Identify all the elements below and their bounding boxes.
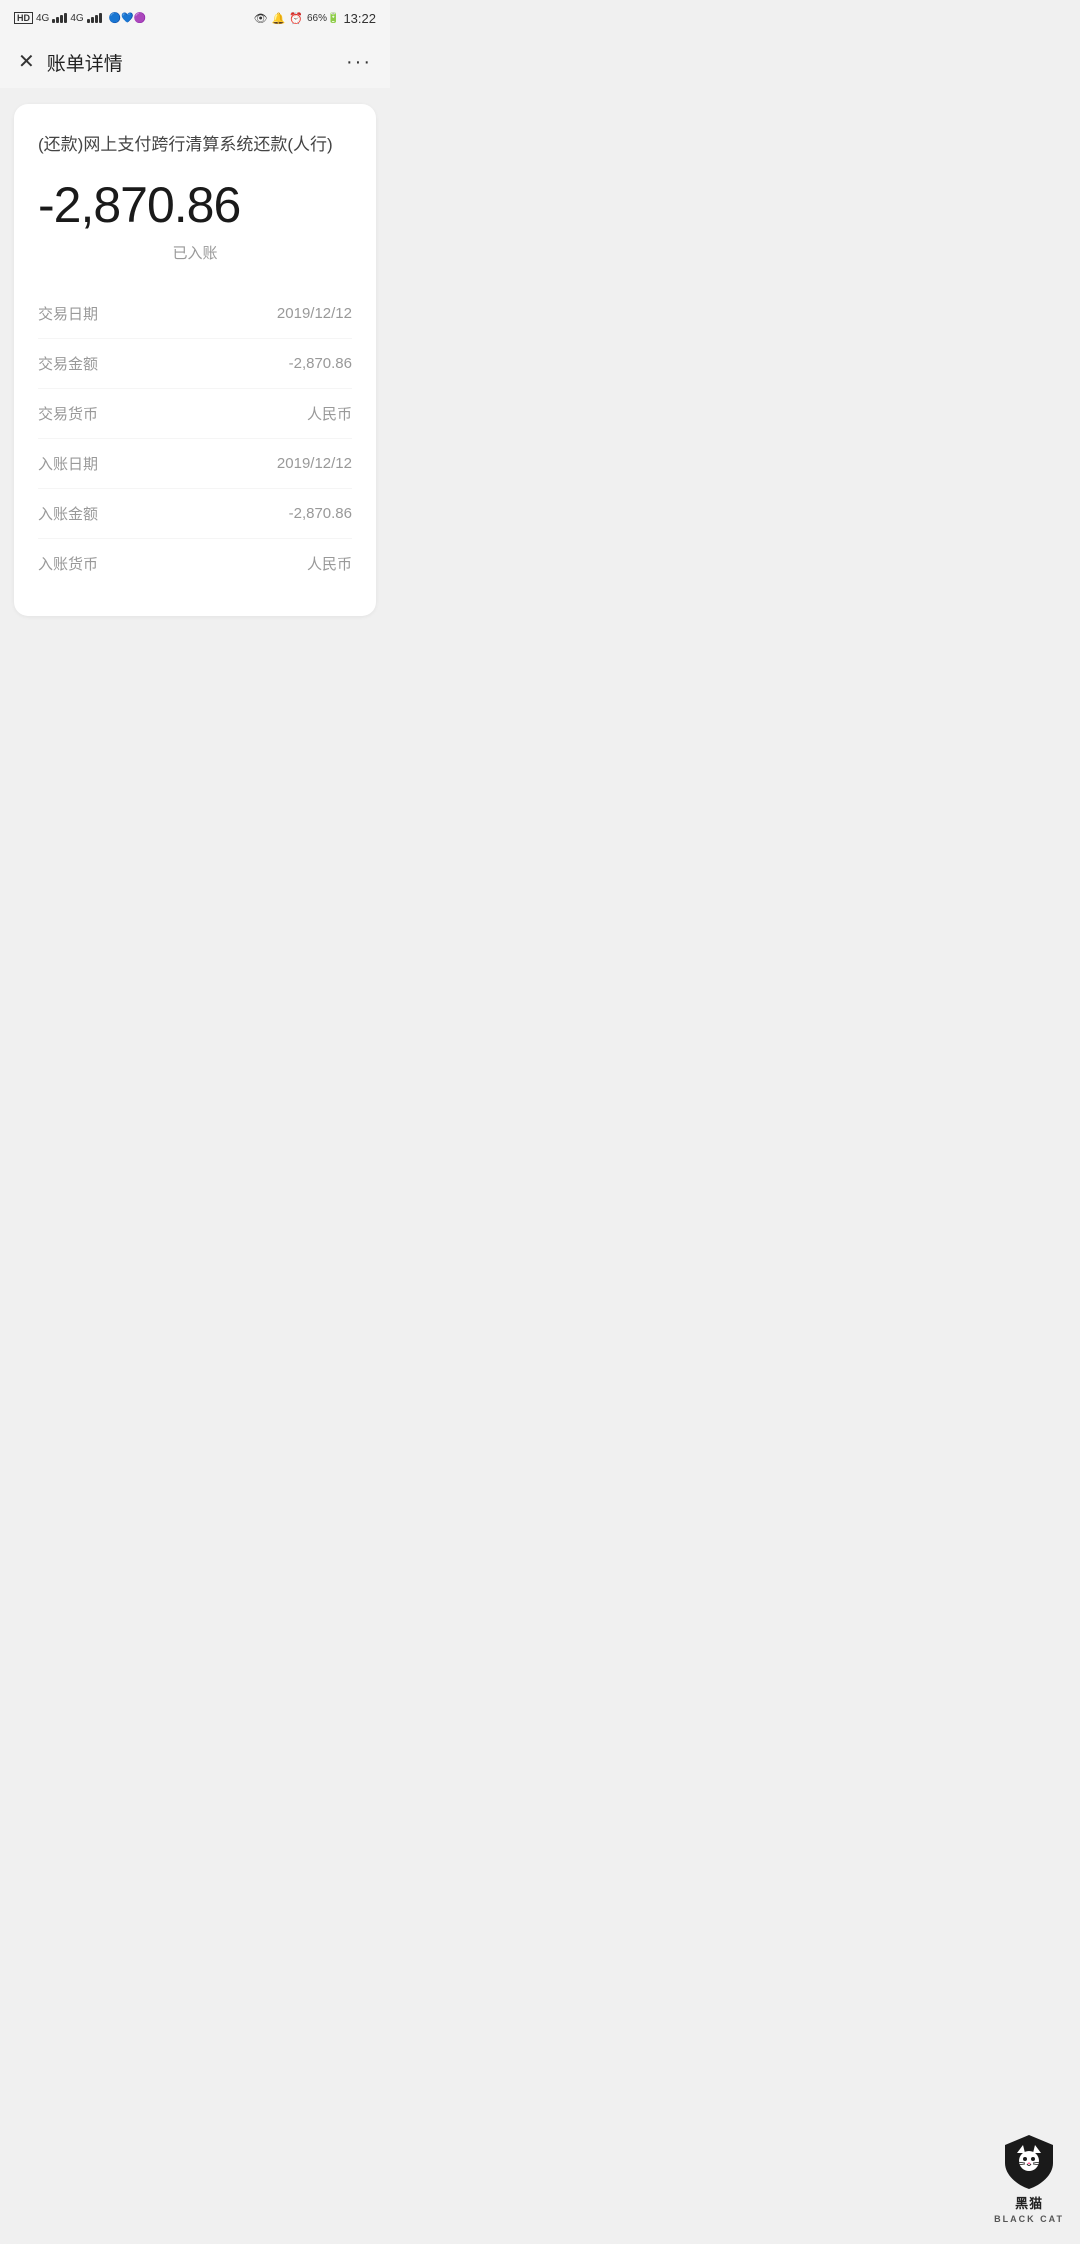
detail-label: 交易货币 — [38, 403, 98, 424]
status-bar: HD 4G 4G 🔵💙🟣 👁 🔔 ⏰ 66%🔋 13:22 — [0, 0, 390, 36]
eye-icon: 👁 — [254, 12, 268, 25]
detail-label: 入账金额 — [38, 503, 98, 524]
detail-rows: 交易日期2019/12/12交易金额-2,870.86交易货币人民币入账日期20… — [38, 289, 352, 588]
detail-label: 入账货币 — [38, 553, 98, 574]
blackcat-brand-en: BLACK CAT — [994, 2214, 1064, 2224]
transaction-amount: -2,870.86 — [38, 176, 352, 234]
more-button[interactable]: ··· — [346, 51, 372, 74]
detail-row: 交易金额 -2,870.86 — [38, 339, 352, 389]
notification-icon: 🔔 — [272, 12, 286, 25]
network-4g-2: 4G — [70, 13, 83, 24]
hd1-label: HD — [14, 12, 33, 24]
transaction-status: 已入账 — [38, 242, 352, 263]
detail-row: 交易货币 人民币 — [38, 389, 352, 439]
network-4g: 4G — [36, 13, 49, 24]
blackcat-brand-cn: 黑猫 — [1015, 2193, 1043, 2212]
detail-label: 交易日期 — [38, 303, 98, 324]
blackcat-shield-icon — [999, 2131, 1059, 2191]
close-icon[interactable]: ✕ — [18, 52, 35, 72]
detail-value: 人民币 — [307, 553, 352, 574]
detail-row: 入账货币 人民币 — [38, 539, 352, 588]
signal-bars-1 — [52, 13, 67, 23]
detail-row: 入账日期 2019/12/12 — [38, 439, 352, 489]
detail-label: 入账日期 — [38, 453, 98, 474]
status-left: HD 4G 4G 🔵💙🟣 — [14, 12, 146, 24]
detail-value: 2019/12/12 — [277, 305, 352, 322]
status-right: 👁 🔔 ⏰ 66%🔋 13:22 — [254, 11, 376, 26]
detail-row: 交易日期 2019/12/12 — [38, 289, 352, 339]
battery-indicator: 66%🔋 — [307, 13, 339, 24]
detail-value: -2,870.86 — [289, 505, 352, 522]
alarm-icon: ⏰ — [289, 12, 303, 25]
transaction-card: (还款)网上支付跨行清算系统还款(人行) -2,870.86 已入账 交易日期 2… — [14, 104, 376, 616]
nav-bar: ✕ 账单详情 ··· — [0, 36, 390, 88]
detail-value: -2,870.86 — [289, 355, 352, 372]
close-button[interactable]: ✕ 账单详情 — [18, 49, 123, 76]
detail-label: 交易金额 — [38, 353, 98, 374]
app-icons: 🔵💙🟣 — [109, 13, 146, 24]
transaction-title: (还款)网上支付跨行清算系统还款(人行) — [38, 132, 352, 158]
signal-bars-2 — [87, 13, 102, 23]
main-content: (还款)网上支付跨行清算系统还款(人行) -2,870.86 已入账 交易日期 2… — [0, 88, 390, 632]
detail-value: 人民币 — [307, 403, 352, 424]
detail-value: 2019/12/12 — [277, 455, 352, 472]
page-title: 账单详情 — [47, 49, 123, 76]
blackcat-watermark: 黑猫 BLACK CAT — [994, 2131, 1064, 2224]
detail-row: 入账金额 -2,870.86 — [38, 489, 352, 539]
time-display: 13:22 — [343, 11, 376, 26]
